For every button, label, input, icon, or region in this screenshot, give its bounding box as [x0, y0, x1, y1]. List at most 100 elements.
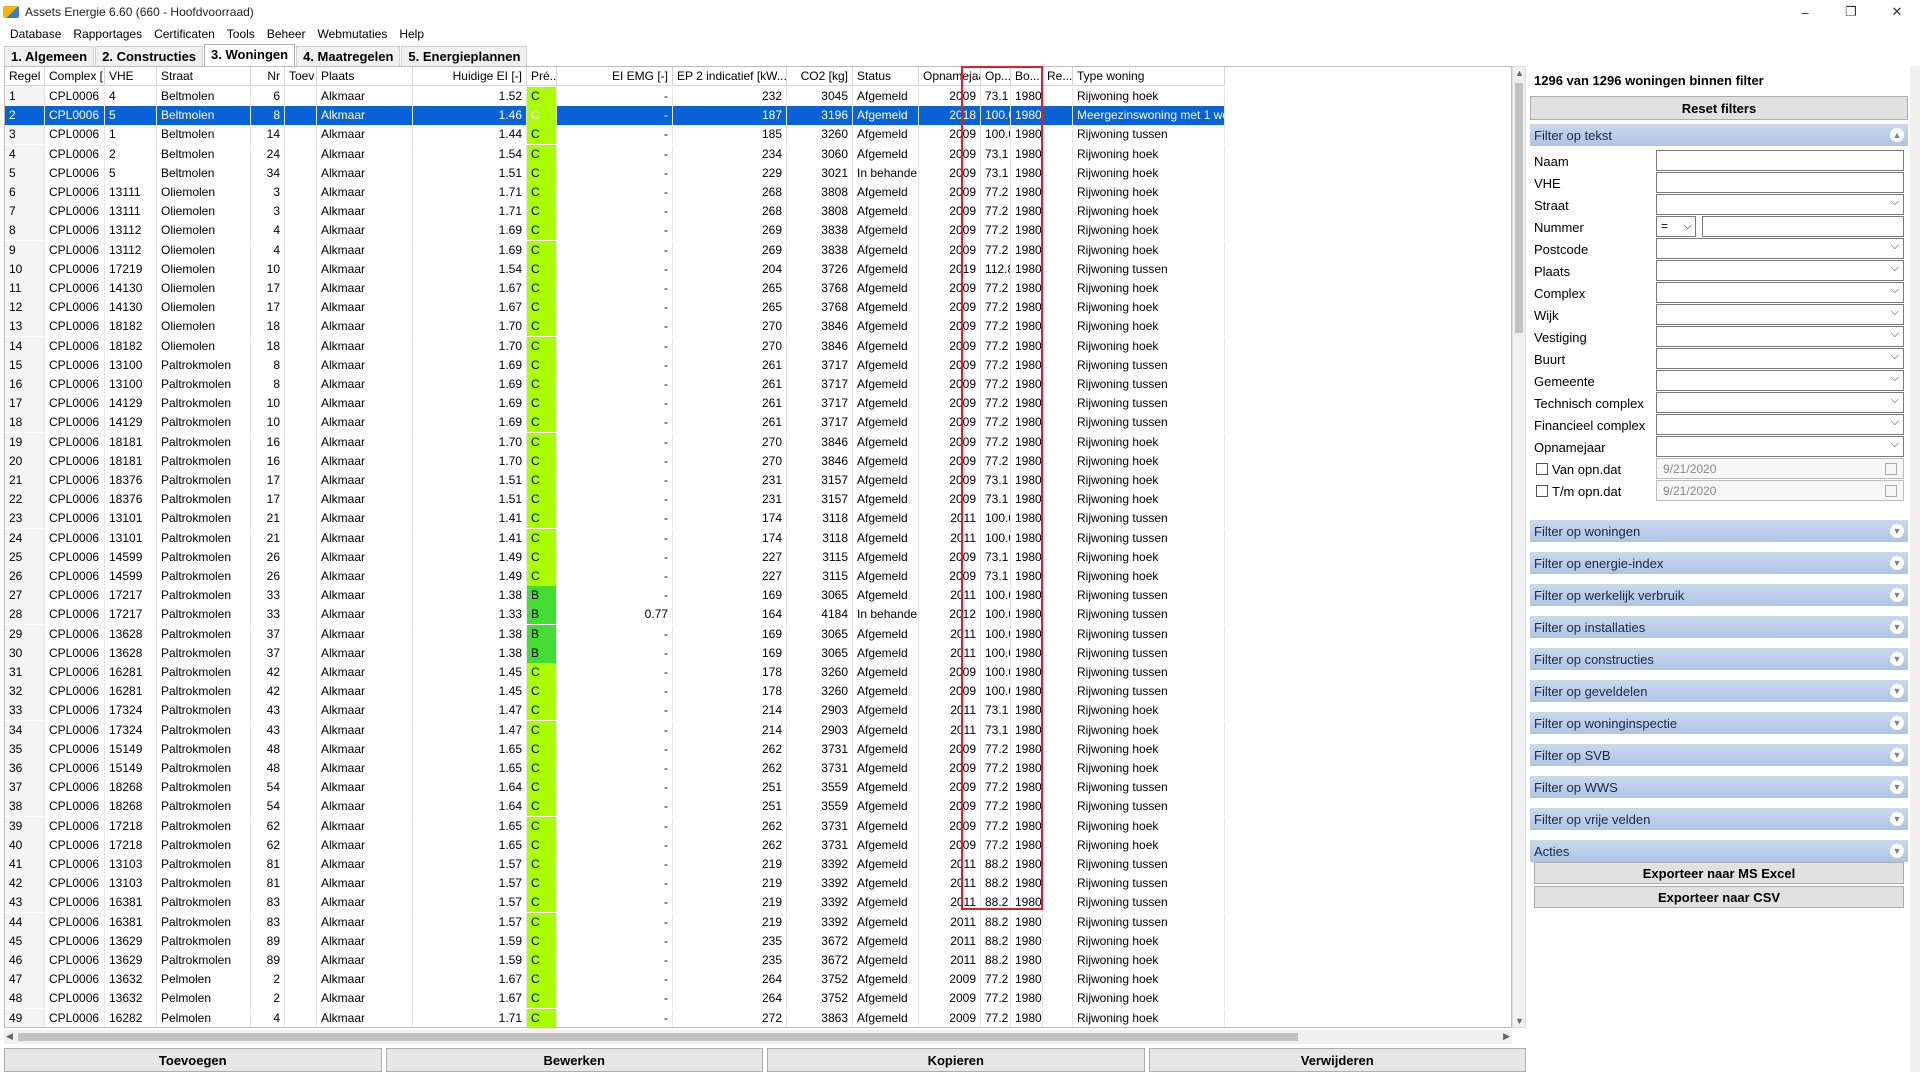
filter-select[interactable]: ⌵ [1656, 348, 1904, 369]
menu-item[interactable]: Webmutaties [312, 27, 394, 41]
menu-item[interactable]: Beheer [261, 27, 312, 41]
chevron-down-icon[interactable]: ▼ [1890, 716, 1904, 730]
filter-select[interactable]: ⌵ [1656, 238, 1904, 259]
chevron-down-icon[interactable]: ⌵ [1891, 306, 1899, 319]
section-filter-op-woningen[interactable]: Filter op woningen ▼ [1530, 520, 1908, 542]
table-row[interactable]: 47 CPL0006 13632 Pelmolen 2 Alkmaar 1.67 C -264 3… [5, 970, 1225, 990]
header-regel[interactable]: Regel [5, 67, 45, 86]
woningen-grid[interactable]: RegelComplex [...VHEStraatNrToevPlaatsHu… [4, 66, 1512, 1028]
calendar-icon[interactable] [1885, 485, 1897, 497]
filter-select[interactable]: ⌵ [1656, 194, 1904, 215]
header-complex[interactable]: Complex [... [45, 67, 105, 86]
delete-button[interactable]: Verwijderen [1148, 1048, 1526, 1072]
header-ei-emg[interactable]: EI EMG [-] [557, 67, 673, 86]
grid-vertical-scrollbar[interactable]: ▲ ▼ [1512, 66, 1526, 1028]
chevron-down-icon[interactable]: ⌵ [1891, 438, 1899, 451]
tab-1[interactable]: 1. Algemeen [4, 46, 95, 66]
section-filter-op-geveldelen[interactable]: Filter op geveldelen ▼ [1530, 680, 1908, 702]
header-straat[interactable]: Straat [157, 67, 251, 86]
panel-scrollbar[interactable] [1910, 66, 1920, 1072]
close-icon[interactable]: ✕ [1874, 0, 1920, 24]
chevron-up-icon[interactable]: ▲ [1890, 128, 1904, 142]
chevron-down-icon[interactable]: ▼ [1890, 748, 1904, 762]
menu-item[interactable]: Database [4, 27, 67, 41]
chevron-down-icon[interactable]: ⌵ [1891, 328, 1899, 341]
tab-5[interactable]: 5. Energieplannen [401, 46, 528, 66]
chevron-down-icon[interactable]: ▼ [1890, 780, 1904, 794]
header-vhe[interactable]: VHE [105, 67, 157, 86]
chevron-down-icon[interactable]: ▼ [1890, 684, 1904, 698]
scroll-down-icon[interactable]: ▼ [1515, 1016, 1524, 1026]
restore-icon[interactable]: ❐ [1828, 0, 1874, 24]
date-field[interactable]: 9/21/2020 [1656, 480, 1904, 501]
header-type-woning[interactable]: Type woning [1073, 67, 1225, 86]
reset-filters-button[interactable]: Reset filters [1530, 96, 1908, 120]
header-toev[interactable]: Toev [285, 67, 317, 86]
operator-select[interactable]: = ⌵ [1656, 216, 1696, 237]
add-button[interactable]: Toevoegen [4, 1048, 382, 1072]
menu-item[interactable]: Rapportages [67, 27, 148, 41]
chevron-down-icon[interactable]: ▼ [1890, 556, 1904, 570]
minimize-icon[interactable]: – [1782, 0, 1828, 24]
tab-2[interactable]: 2. Constructies [95, 46, 204, 66]
section-filter-op-tekst[interactable]: Filter op tekst ▲ [1530, 124, 1908, 146]
export-csv-button[interactable]: Exporteer naar CSV [1534, 886, 1904, 908]
chevron-down-icon[interactable]: ▼ [1890, 620, 1904, 634]
header-huidige-ei[interactable]: Huidige EI [-] [413, 67, 527, 86]
chevron-down-icon[interactable]: ▼ [1890, 524, 1904, 538]
menu-item[interactable]: Tools [221, 27, 261, 41]
chevron-down-icon[interactable]: ⌵ [1891, 284, 1899, 297]
scroll-up-icon[interactable]: ▲ [1515, 68, 1524, 78]
table-row[interactable]: 49 CPL0006 16282 Pelmolen 4 Alkmaar 1.71 C -272 3… [5, 1008, 1225, 1027]
chevron-down-icon[interactable]: ⌵ [1891, 350, 1899, 363]
section-filter-op-constructies[interactable]: Filter op constructies ▼ [1530, 648, 1908, 670]
table-row[interactable]: 48 CPL0006 13632 Pelmolen 2 Alkmaar 1.67 C -264 3… [5, 989, 1225, 1009]
filter-select[interactable]: ⌵ [1656, 436, 1904, 457]
section-filter-op-svb[interactable]: Filter op SVB ▼ [1530, 744, 1908, 766]
section-filter-op-installaties[interactable]: Filter op installaties ▼ [1530, 616, 1908, 638]
section-filter-op-energie-index[interactable]: Filter op energie-index ▼ [1530, 552, 1908, 574]
chevron-down-icon[interactable]: ▼ [1890, 588, 1904, 602]
header-renovatie[interactable]: Re... [1043, 67, 1073, 86]
chevron-down-icon[interactable]: ⌵ [1891, 416, 1899, 429]
scroll-thumb[interactable] [1515, 83, 1523, 333]
filter-checkbox[interactable] [1536, 485, 1548, 497]
header-ep2[interactable]: EP 2 indicatief [kW... [673, 67, 787, 86]
section-filter-op-vrije-velden[interactable]: Filter op vrije velden ▼ [1530, 808, 1908, 830]
export-excel-button[interactable]: Exporteer naar MS Excel [1534, 862, 1904, 884]
tab-4[interactable]: 4. Maatregelen [296, 46, 401, 66]
header-prestatie-label[interactable]: Pré... [527, 67, 557, 86]
filter-select[interactable]: ⌵ [1656, 282, 1904, 303]
edit-button[interactable]: Bewerken [385, 1048, 763, 1072]
filter-select[interactable]: ⌵ [1656, 304, 1904, 325]
section-filter-op-werkelijk-verbruik[interactable]: Filter op werkelijk verbruik ▼ [1530, 584, 1908, 606]
filter-checkbox[interactable] [1536, 463, 1548, 475]
filter-select[interactable]: ⌵ [1656, 414, 1904, 435]
chevron-down-icon[interactable]: ⌵ [1891, 372, 1899, 385]
header-plaats[interactable]: Plaats [317, 67, 413, 86]
chevron-down-icon[interactable]: ▼ [1890, 812, 1904, 826]
filter-input[interactable] [1656, 172, 1904, 193]
header-status[interactable]: Status [853, 67, 919, 86]
header-co2[interactable]: CO2 [kg] [787, 67, 853, 86]
chevron-down-icon[interactable]: ⌵ [1891, 394, 1899, 407]
calendar-icon[interactable] [1885, 463, 1897, 475]
chevron-down-icon[interactable]: ⌵ [1684, 217, 1692, 236]
chevron-down-icon[interactable]: ▼ [1890, 652, 1904, 666]
chevron-down-icon[interactable]: ⌵ [1891, 240, 1899, 253]
filter-select[interactable]: ⌵ [1656, 370, 1904, 391]
scroll-right-icon[interactable]: ▶ [1503, 1031, 1510, 1042]
section-acties[interactable]: Acties ▼ [1530, 840, 1908, 862]
filter-select[interactable]: ⌵ [1656, 392, 1904, 413]
filter-input[interactable] [1656, 150, 1904, 171]
table-row[interactable]: 44 CPL0006 16381 Paltrokmolen 83 Alkmaar 1.57 C… [5, 912, 1225, 932]
grid-horizontal-scrollbar[interactable]: ◀ ▶ [4, 1030, 1512, 1044]
number-input[interactable] [1702, 216, 1904, 237]
header-nr[interactable]: Nr [251, 67, 285, 86]
chevron-down-icon[interactable]: ⌵ [1891, 262, 1899, 275]
filter-select[interactable]: ⌵ [1656, 326, 1904, 347]
chevron-down-icon[interactable]: ⌵ [1891, 196, 1899, 209]
date-field[interactable]: 9/21/2020 [1656, 458, 1904, 479]
scroll-thumb[interactable] [18, 1033, 1298, 1041]
table-row[interactable]: 45 CPL0006 13629 Paltrokmolen 89 Alkmaar 1.59 C… [5, 931, 1225, 951]
